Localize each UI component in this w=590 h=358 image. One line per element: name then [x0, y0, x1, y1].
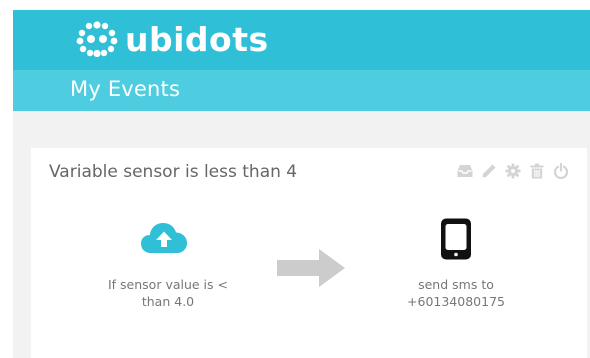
pencil-icon[interactable]: [480, 162, 497, 179]
cloud-upload-icon: [141, 223, 187, 253]
trigger-condition-line2: than 4.0: [141, 294, 195, 309]
action-description: send sms to +60134080175: [381, 276, 531, 310]
arrow-right-icon: [277, 249, 345, 287]
logo-dots-icon: [76, 21, 118, 57]
inbox-icon[interactable]: [456, 162, 473, 179]
ubidots-logo[interactable]: ubidots: [75, 16, 269, 62]
event-card: Variable sensor is less than 4 If sensor…: [31, 148, 587, 358]
action-phone-number: +60134080175: [407, 294, 505, 309]
trigger-condition-line1: If sensor value is <: [107, 277, 228, 292]
event-toolbar: [456, 162, 569, 179]
section-header: My Events: [13, 70, 590, 111]
action-line1: send sms to: [418, 277, 494, 292]
trash-icon[interactable]: [528, 162, 545, 179]
page-title: My Events: [70, 77, 181, 101]
smartphone-icon: [441, 218, 471, 260]
trigger-description: If sensor value is < than 4.0: [93, 276, 243, 310]
event-title: Variable sensor is less than 4: [49, 162, 298, 182]
gear-icon[interactable]: [504, 162, 521, 179]
power-icon[interactable]: [552, 162, 569, 179]
brand-name: ubidots: [125, 19, 269, 59]
page: ubidots My Events Variable sensor is les…: [0, 0, 590, 358]
app-header: ubidots: [13, 10, 590, 70]
